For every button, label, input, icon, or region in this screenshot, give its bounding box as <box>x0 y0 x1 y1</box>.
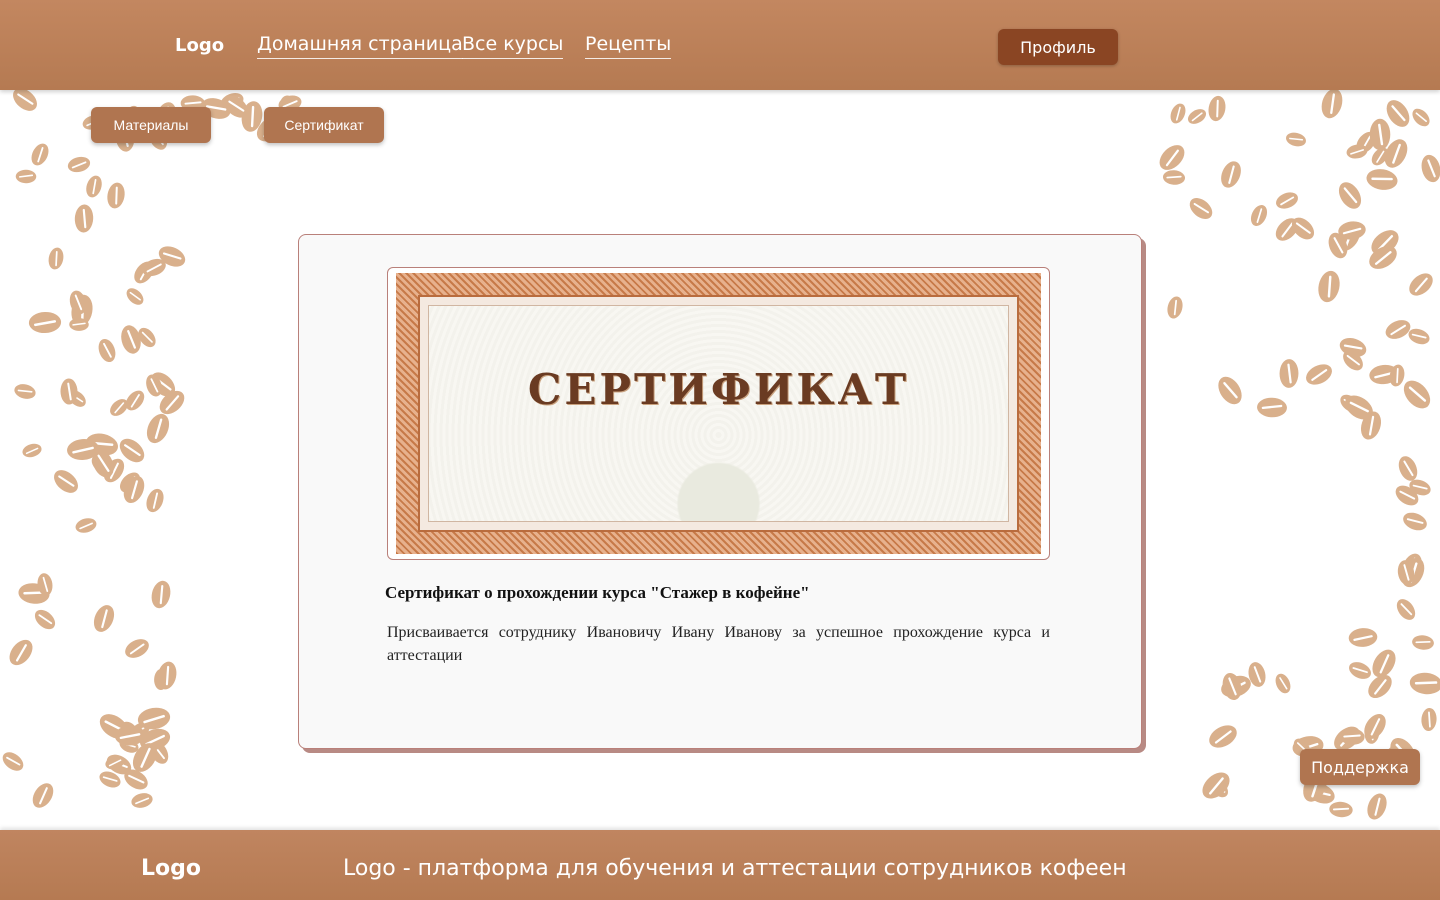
coffee-bean-decoration <box>1404 269 1437 301</box>
coffee-bean-decoration <box>83 173 105 200</box>
coffee-bean-decoration <box>5 635 38 670</box>
coffee-bean-decoration <box>1185 193 1217 224</box>
coffee-bean-decoration <box>74 515 99 535</box>
certificate-card: СЕРТИФИКАТ Сертификат о прохождении курс… <box>298 234 1142 749</box>
coffee-bean-decoration <box>105 181 127 211</box>
footer-logo[interactable]: Logo <box>141 856 201 881</box>
coffee-bean-decoration <box>28 779 58 812</box>
coffee-bean-decoration <box>1206 94 1227 123</box>
footer-tagline: Logo - платформа для обучения и аттестац… <box>343 856 1127 881</box>
coffee-bean-decoration <box>1334 178 1366 213</box>
tab-certificate[interactable]: Сертификат <box>264 107 384 143</box>
coffee-bean-decoration <box>142 410 174 447</box>
coffee-bean-decoration <box>89 601 118 635</box>
coffee-bean-decoration <box>143 486 167 515</box>
coffee-bean-decoration <box>1393 595 1419 624</box>
coffee-bean-decoration <box>95 337 119 365</box>
coffee-bean-decoration <box>155 659 179 691</box>
coffee-bean-decoration <box>1411 634 1435 651</box>
coffee-bean-decoration <box>1197 767 1235 804</box>
certificate-heading: Сертификат о прохождении курса "Стажер в… <box>385 583 810 602</box>
coffee-bean-decoration <box>69 318 90 332</box>
coffee-bean-decoration <box>1363 790 1391 823</box>
coffee-bean-decoration <box>1205 720 1242 753</box>
coffee-bean-decoration <box>123 285 147 309</box>
coffee-bean-decoration <box>1165 294 1186 320</box>
coffee-bean-decoration <box>1162 169 1187 186</box>
coffee-bean-decoration <box>1272 671 1294 696</box>
coffee-bean-decoration <box>1279 358 1300 388</box>
coffee-bean-decoration <box>15 169 37 184</box>
footer: Logo Logo - платформа для обучения и атт… <box>0 830 1440 900</box>
coffee-bean-decoration <box>1345 658 1374 683</box>
coffee-bean-decoration <box>1420 706 1438 732</box>
tab-materials[interactable]: Материалы <box>91 107 211 143</box>
coffee-bean-decoration <box>28 140 53 169</box>
coffee-bean-decoration <box>1419 152 1440 185</box>
nav-link-all-courses[interactable]: Все курсы <box>462 33 564 59</box>
coffee-bean-decoration <box>1315 268 1343 304</box>
coffee-bean-decoration <box>148 578 173 610</box>
nav-link-home[interactable]: Домашняя страница <box>257 33 463 59</box>
coffee-bean-decoration <box>1365 167 1400 193</box>
coffee-bean-decoration <box>1318 86 1346 122</box>
coffee-bean-decoration <box>66 154 92 175</box>
coffee-bean-decoration <box>1185 105 1209 127</box>
profile-button[interactable]: Профиль <box>998 29 1118 65</box>
coffee-bean-decoration <box>1167 101 1189 126</box>
top-navbar: Logo Домашняя страница Все курсы Рецепты… <box>0 0 1440 90</box>
coffee-bean-decoration <box>59 378 78 405</box>
header-logo[interactable]: Logo <box>175 35 224 56</box>
coffee-bean-decoration <box>28 311 62 335</box>
certificate-ornamental-frame: СЕРТИФИКАТ <box>396 273 1041 554</box>
coffee-bean-decoration <box>0 748 27 775</box>
coffee-bean-decoration <box>1256 396 1287 418</box>
support-button[interactable]: Поддержка <box>1300 749 1420 785</box>
coffee-bean-decoration <box>1369 118 1391 150</box>
certificate-image: СЕРТИФИКАТ <box>387 267 1050 560</box>
coffee-bean-decoration <box>1213 372 1247 409</box>
coffee-bean-decoration <box>130 790 155 810</box>
coffee-bean-decoration <box>31 605 60 633</box>
coffee-bean-decoration <box>49 465 83 498</box>
coffee-bean-decoration <box>1285 131 1308 149</box>
coffee-bean-decoration <box>1328 800 1354 818</box>
coffee-bean-decoration <box>122 635 153 662</box>
coffee-bean-decoration <box>1302 360 1336 389</box>
coffee-bean-decoration <box>1217 158 1245 191</box>
coffee-bean-decoration <box>46 246 65 272</box>
certificate-description: Присваивается сотруднику Ивановичу Ивану… <box>387 624 1050 664</box>
coffee-bean-decoration <box>1400 508 1430 534</box>
coffee-bean-decoration <box>20 441 44 460</box>
coffee-bean-decoration <box>13 381 38 401</box>
coffee-bean-decoration <box>1408 105 1433 130</box>
coffee-bean-decoration <box>1273 188 1301 212</box>
nav-link-recipes[interactable]: Рецепты <box>585 33 672 59</box>
coffee-bean-decoration <box>74 203 95 233</box>
coffee-bean-decoration <box>1348 626 1378 648</box>
certificate-image-title: СЕРТИФИКАТ <box>527 365 910 414</box>
coffee-bean-decoration <box>1247 202 1270 229</box>
coffee-bean-decoration <box>1408 671 1440 696</box>
coffee-bean-decoration <box>1398 375 1436 414</box>
